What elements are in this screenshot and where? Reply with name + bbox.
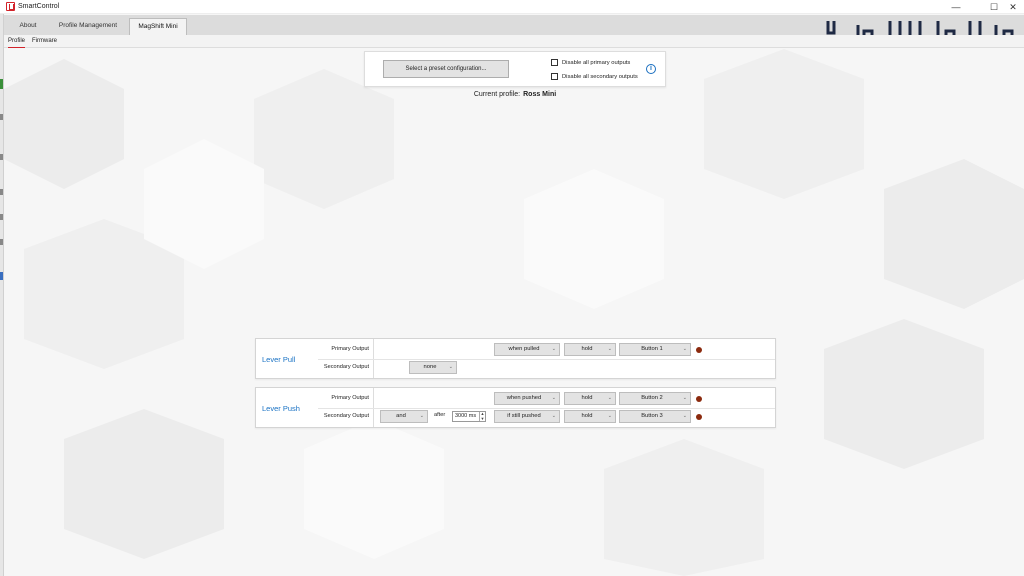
current-profile-label: Current profile:	[473, 91, 521, 98]
tab-magshift-mini[interactable]: MagShift Mini	[129, 18, 187, 35]
disable-primary-outputs-label: Disable all primary outputs	[562, 59, 631, 66]
dropdown-value: none	[423, 364, 437, 370]
chevron-down-icon: ⌄	[419, 413, 424, 419]
minimize-button[interactable]: —	[945, 0, 967, 14]
pull-secondary-condition-dropdown[interactable]: none ⌄	[409, 361, 457, 374]
dropdown-value: Button 2	[641, 395, 663, 401]
title-bar: SmartControl — ☐ ✕	[0, 0, 1024, 14]
delay-input[interactable]: 3000 ms ▲ ▼	[452, 411, 486, 422]
chevron-down-icon: ⌄	[607, 395, 612, 401]
subtab-profile[interactable]: Profile	[8, 38, 26, 48]
row-divider	[318, 408, 775, 409]
lever-pull-title: Lever Pull	[262, 355, 296, 364]
primary-output-label: Primary Output	[331, 346, 369, 352]
dropdown-value: Button 3	[641, 413, 663, 419]
dropdown-value: if still pushed	[507, 413, 541, 419]
push-secondary-trigger-dropdown[interactable]: if still pushed ⌄	[494, 410, 560, 423]
dropdown-value: hold	[581, 395, 593, 401]
window-title: SmartControl	[18, 3, 60, 10]
lever-push-title: Lever Push	[262, 404, 300, 413]
lever-pull-panel: Lever Pull Primary Output Secondary Outp…	[255, 338, 776, 379]
chevron-down-icon: ⌄	[607, 346, 612, 352]
hexagon-background-pattern	[4, 49, 1024, 576]
disable-secondary-outputs-option[interactable]: Disable all secondary outputs	[551, 72, 638, 81]
sub-tab-bar: Profile Firmware	[0, 35, 1024, 48]
preset-panel: Select a preset configuration... Disable…	[364, 51, 666, 87]
chevron-down-icon: ⌄	[607, 413, 612, 419]
chevron-down-icon: ⌄	[682, 413, 687, 419]
app-window: SmartControl — ☐ ✕ About Profile Managem…	[0, 0, 1024, 576]
spin-down-icon[interactable]: ▼	[480, 416, 485, 422]
secondary-output-label: Secondary Output	[323, 364, 369, 370]
pull-primary-trigger-dropdown[interactable]: when pulled ⌄	[494, 343, 560, 356]
subtab-firmware[interactable]: Firmware	[32, 38, 57, 44]
secondary-output-label: Secondary Output	[323, 413, 369, 419]
chevron-down-icon: ⌄	[551, 395, 556, 401]
primary-output-label: Primary Output	[331, 395, 369, 401]
push-primary-trigger-dropdown[interactable]: when pushed ⌄	[494, 392, 560, 405]
tab-profile-management[interactable]: Profile Management	[50, 18, 126, 35]
app-logo-icon	[6, 2, 15, 11]
pull-primary-status-led	[696, 347, 702, 353]
close-button[interactable]: ✕	[1002, 0, 1024, 14]
disable-secondary-outputs-label: Disable all secondary outputs	[562, 73, 638, 80]
dropdown-value: hold	[581, 413, 593, 419]
disable-secondary-outputs-checkbox[interactable]	[551, 73, 558, 80]
current-profile: Current profile: Ross Mini	[364, 91, 666, 98]
chevron-down-icon: ⌄	[551, 413, 556, 419]
tab-about[interactable]: About	[8, 18, 48, 35]
chevron-down-icon: ⌄	[682, 395, 687, 401]
dropdown-value: hold	[581, 346, 593, 352]
push-secondary-status-led	[696, 414, 702, 420]
push-primary-button-dropdown[interactable]: Button 2 ⌄	[619, 392, 691, 405]
push-primary-mode-dropdown[interactable]: hold ⌄	[564, 392, 616, 405]
delay-value: 3000 ms	[455, 413, 477, 419]
pull-primary-mode-dropdown[interactable]: hold ⌄	[564, 343, 616, 356]
push-secondary-button-dropdown[interactable]: Button 3 ⌄	[619, 410, 691, 423]
dropdown-value: when pulled	[508, 346, 540, 352]
chevron-down-icon: ⌄	[551, 346, 556, 352]
push-secondary-mode-dropdown[interactable]: hold ⌄	[564, 410, 616, 423]
dropdown-value: when pushed	[506, 395, 542, 401]
chevron-down-icon: ⌄	[682, 346, 687, 352]
delay-spinner[interactable]: ▲ ▼	[479, 411, 485, 422]
lever-push-panel: Lever Push Primary Output Secondary Outp…	[255, 387, 776, 428]
info-icon[interactable]: i	[646, 64, 656, 74]
after-label: after	[434, 412, 446, 418]
push-primary-status-led	[696, 396, 702, 402]
select-preset-button[interactable]: Select a preset configuration...	[383, 60, 509, 78]
dropdown-value: and	[396, 413, 406, 419]
push-secondary-condition-dropdown[interactable]: and ⌄	[380, 410, 428, 423]
disable-primary-outputs-option[interactable]: Disable all primary outputs	[551, 58, 630, 67]
row-divider	[318, 359, 775, 360]
current-profile-name: Ross Mini	[523, 91, 557, 98]
pull-primary-button-dropdown[interactable]: Button 1 ⌄	[619, 343, 691, 356]
main-tab-bar: About Profile Management MagShift Mini	[0, 15, 1024, 45]
chevron-down-icon: ⌄	[448, 364, 453, 370]
disable-primary-outputs-checkbox[interactable]	[551, 59, 558, 66]
dropdown-value: Button 1	[641, 346, 663, 352]
